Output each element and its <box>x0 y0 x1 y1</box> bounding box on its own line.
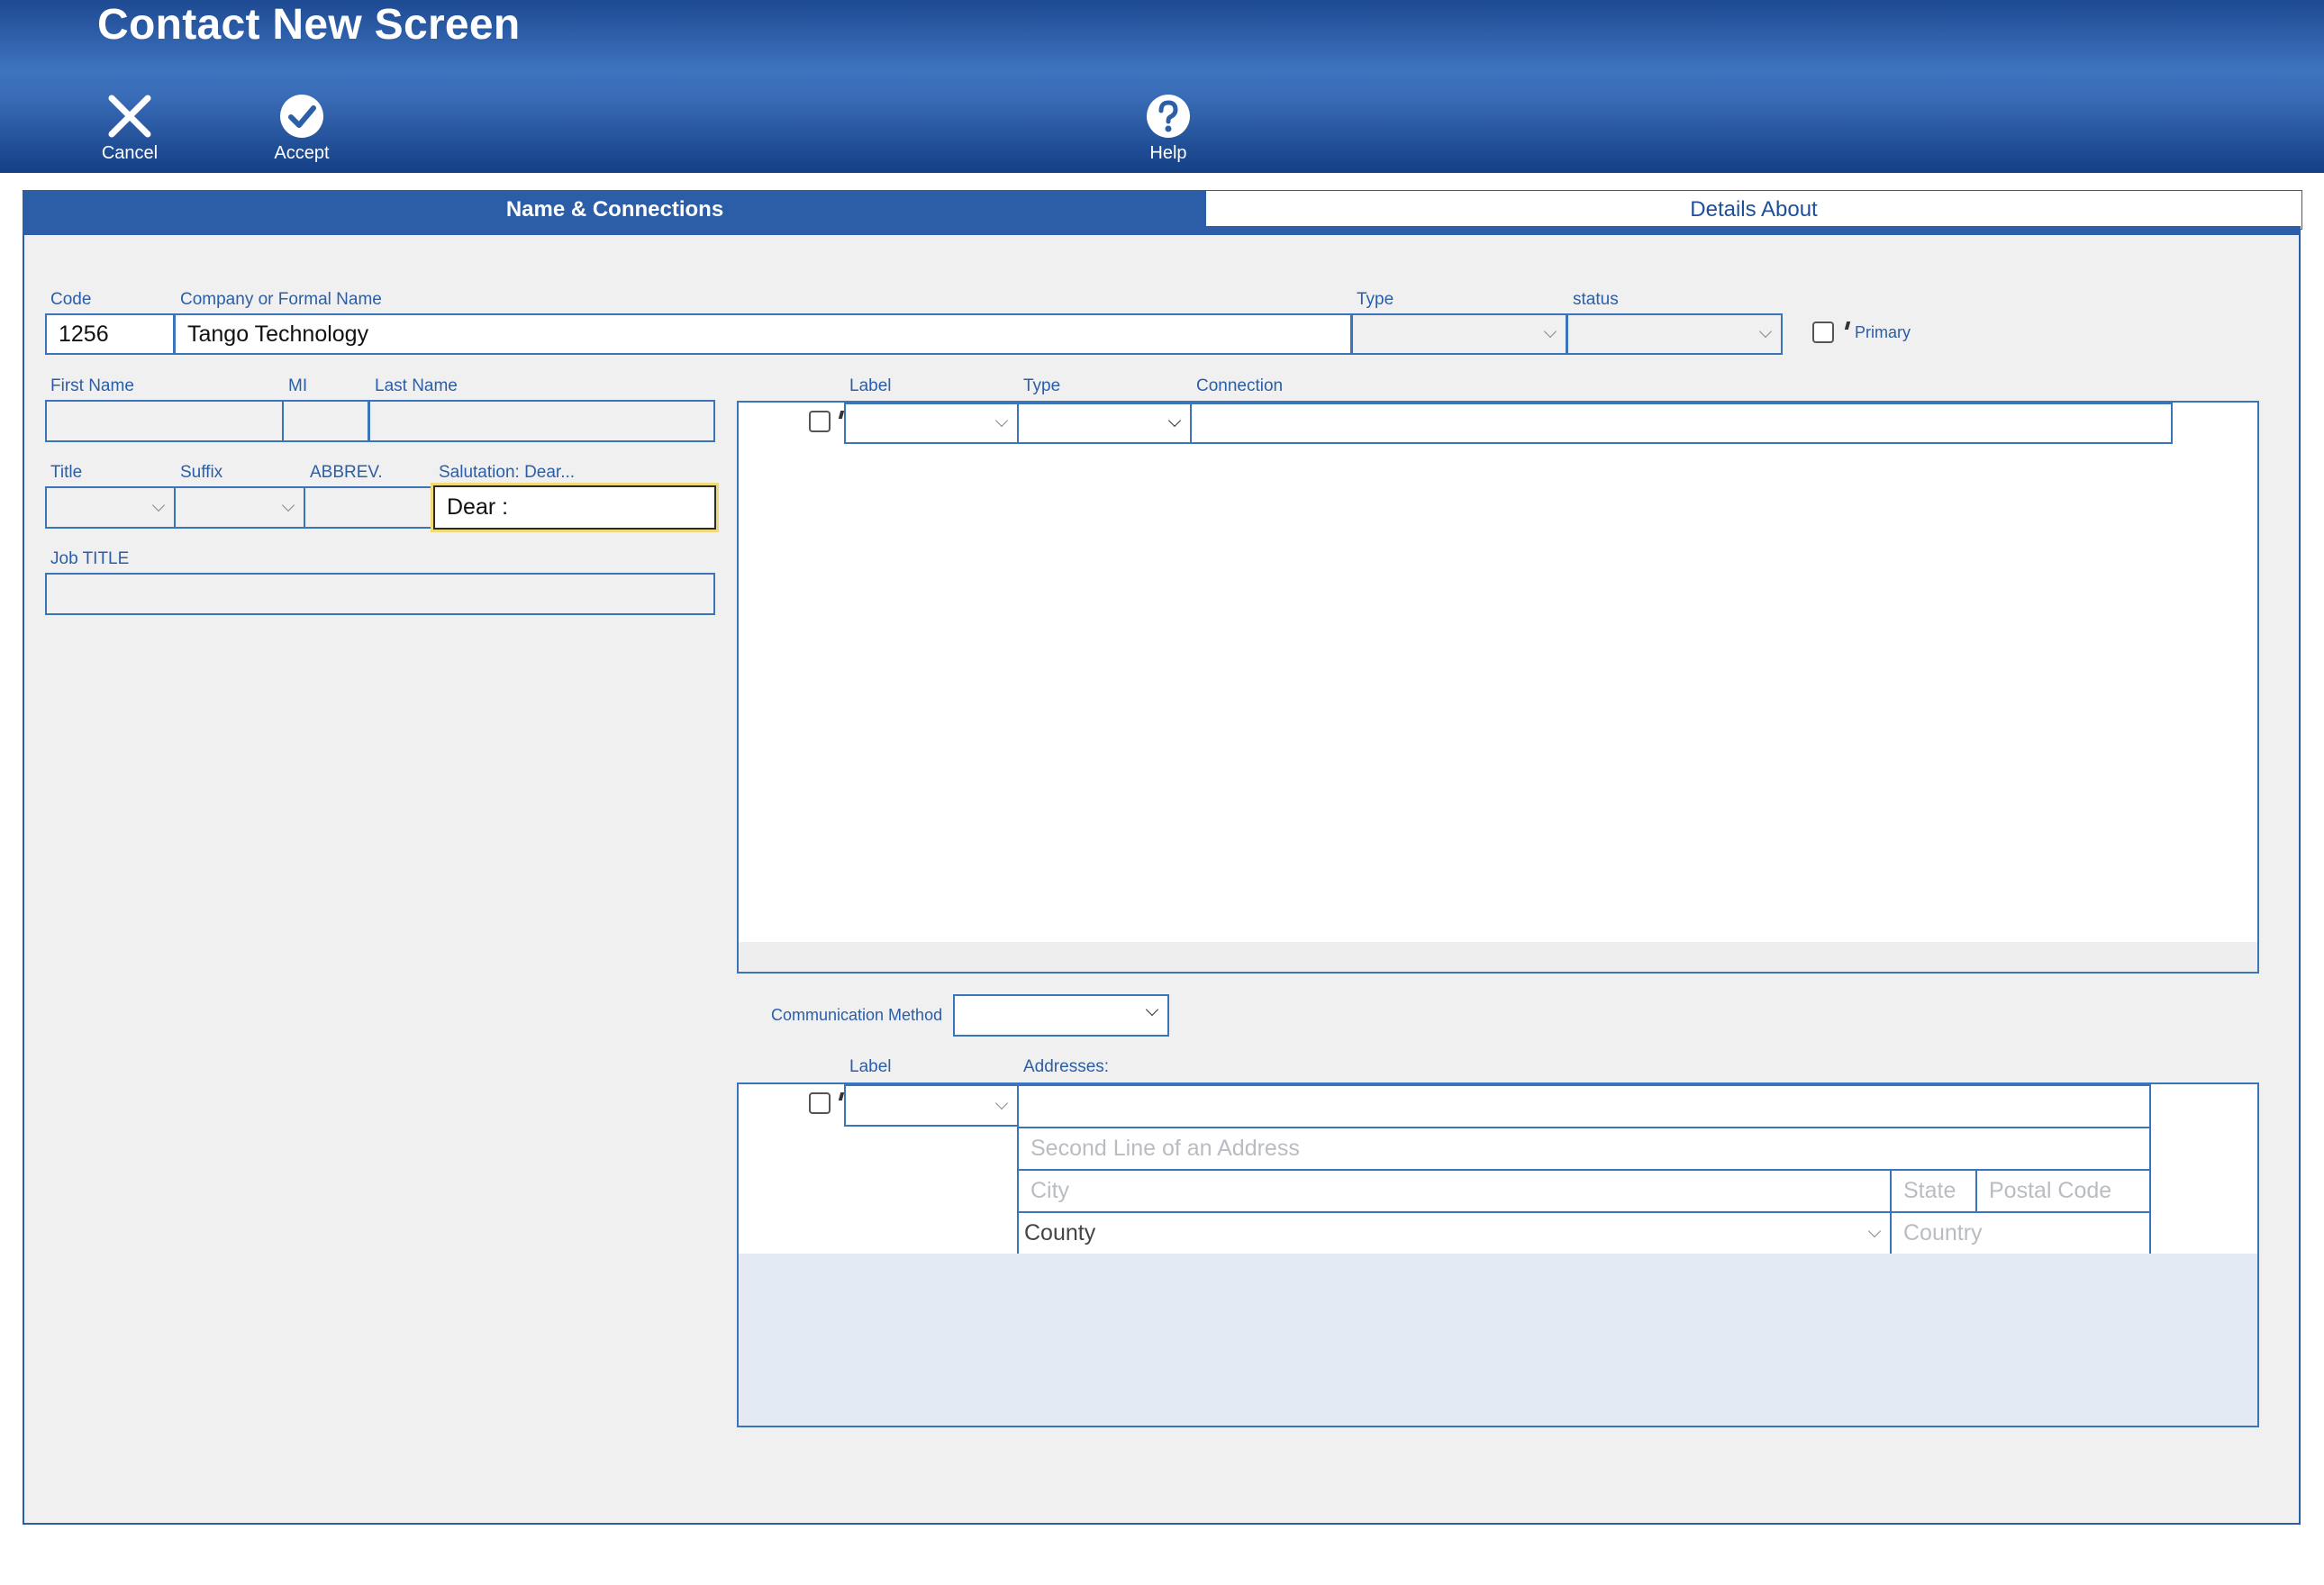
chevron-down-icon <box>994 413 1009 428</box>
connection-field[interactable] <box>1190 403 2173 444</box>
help-button[interactable]: Help <box>1128 93 1209 164</box>
primary-checkbox[interactable] <box>1812 322 1834 343</box>
postal-code-field[interactable]: Postal Code <box>1975 1169 2151 1213</box>
state-field[interactable]: State <box>1890 1169 1977 1213</box>
connections-footer <box>739 942 2257 972</box>
accept-button[interactable]: Accept <box>261 93 342 164</box>
primary-label: Primary <box>1855 323 1911 341</box>
job-title-label: Job TITLE <box>50 549 130 568</box>
city-placeholder: City <box>1030 1178 1070 1203</box>
abbrev-label: ABBREV. <box>310 463 383 482</box>
connection-row-checkbox[interactable] <box>809 411 831 432</box>
address-label-select[interactable] <box>844 1084 1019 1127</box>
salutation-value: Dear : <box>447 494 509 520</box>
chevron-down-icon <box>1758 324 1773 339</box>
connection-type-header: Type <box>1023 376 1061 395</box>
communication-method-select[interactable] <box>953 994 1169 1037</box>
postal-code-placeholder: Postal Code <box>1989 1178 2112 1203</box>
tab-name-connections[interactable]: Name & Connections <box>23 190 1207 230</box>
mi-label: MI <box>288 376 308 395</box>
connections-list <box>737 401 2259 974</box>
accept-label: Accept <box>274 143 330 163</box>
job-title-field[interactable] <box>45 573 715 615</box>
tab-underline <box>23 226 2301 235</box>
first-name-label: First Name <box>50 376 134 395</box>
country-placeholder: Country <box>1903 1220 1983 1245</box>
mi-field[interactable] <box>282 400 369 442</box>
app-header: Contact New Screen Cancel Accept Help <box>0 0 2324 173</box>
country-field[interactable]: Country <box>1890 1211 2151 1255</box>
communication-method-label: Communication Method <box>771 1006 943 1024</box>
code-field[interactable]: 1256 <box>45 313 175 355</box>
chevron-down-icon <box>281 498 295 512</box>
first-name-field[interactable] <box>45 400 284 442</box>
chevron-down-icon <box>1867 1224 1882 1237</box>
salutation-label: Salutation: Dear... <box>439 463 576 482</box>
status-label: status <box>1573 290 1619 309</box>
address-line1-field[interactable] <box>1017 1084 2151 1128</box>
help-circle-icon <box>1147 95 1190 138</box>
county-value: County <box>1024 1220 1096 1245</box>
company-label: Company or Formal Name <box>180 290 382 309</box>
addresses-header: Addresses: <box>1023 1057 1110 1076</box>
code-label: Code <box>50 290 92 309</box>
chevron-down-icon <box>1167 413 1182 428</box>
state-placeholder: State <box>1903 1178 1956 1203</box>
help-label: Help <box>1149 143 1187 163</box>
last-name-label: Last Name <box>375 376 458 395</box>
cancel-button[interactable]: Cancel <box>90 93 169 164</box>
chevron-down-icon <box>994 1096 1009 1110</box>
connection-type-select[interactable] <box>1017 403 1192 444</box>
connection-label-select[interactable] <box>844 403 1019 444</box>
suffix-select[interactable] <box>174 486 305 529</box>
type-select[interactable] <box>1351 313 1567 355</box>
city-field[interactable]: City <box>1017 1169 1892 1213</box>
chevron-down-icon <box>151 498 166 512</box>
tab-details-about[interactable]: Details About <box>1205 190 2302 230</box>
address-row-checkbox[interactable] <box>809 1092 831 1114</box>
chevron-down-icon <box>1543 324 1557 339</box>
type-label: Type <box>1357 290 1394 309</box>
address-line2-placeholder: Second Line of an Address <box>1030 1136 1300 1161</box>
last-name-field[interactable] <box>368 400 715 442</box>
check-circle-icon <box>280 95 323 138</box>
address-line2-field[interactable]: Second Line of an Address <box>1017 1127 2151 1171</box>
county-select[interactable]: County <box>1017 1211 1892 1255</box>
connection-header: Connection <box>1196 376 1284 395</box>
close-icon <box>108 95 151 138</box>
salutation-field[interactable]: Dear : <box>433 485 716 530</box>
suffix-label: Suffix <box>180 463 223 482</box>
cancel-label: Cancel <box>101 143 159 163</box>
title-label: Title <box>50 463 83 482</box>
company-field[interactable]: Tango Technology <box>174 313 1352 355</box>
abbrev-field[interactable] <box>304 486 434 529</box>
status-select[interactable] <box>1566 313 1783 355</box>
chevron-down-icon <box>1145 1002 1159 1016</box>
page-title: Contact New Screen <box>97 1 521 49</box>
connection-label-header: Label <box>849 376 892 395</box>
title-select[interactable] <box>45 486 176 529</box>
addresses-footer <box>739 1254 2257 1426</box>
address-label-header: Label <box>849 1057 892 1076</box>
